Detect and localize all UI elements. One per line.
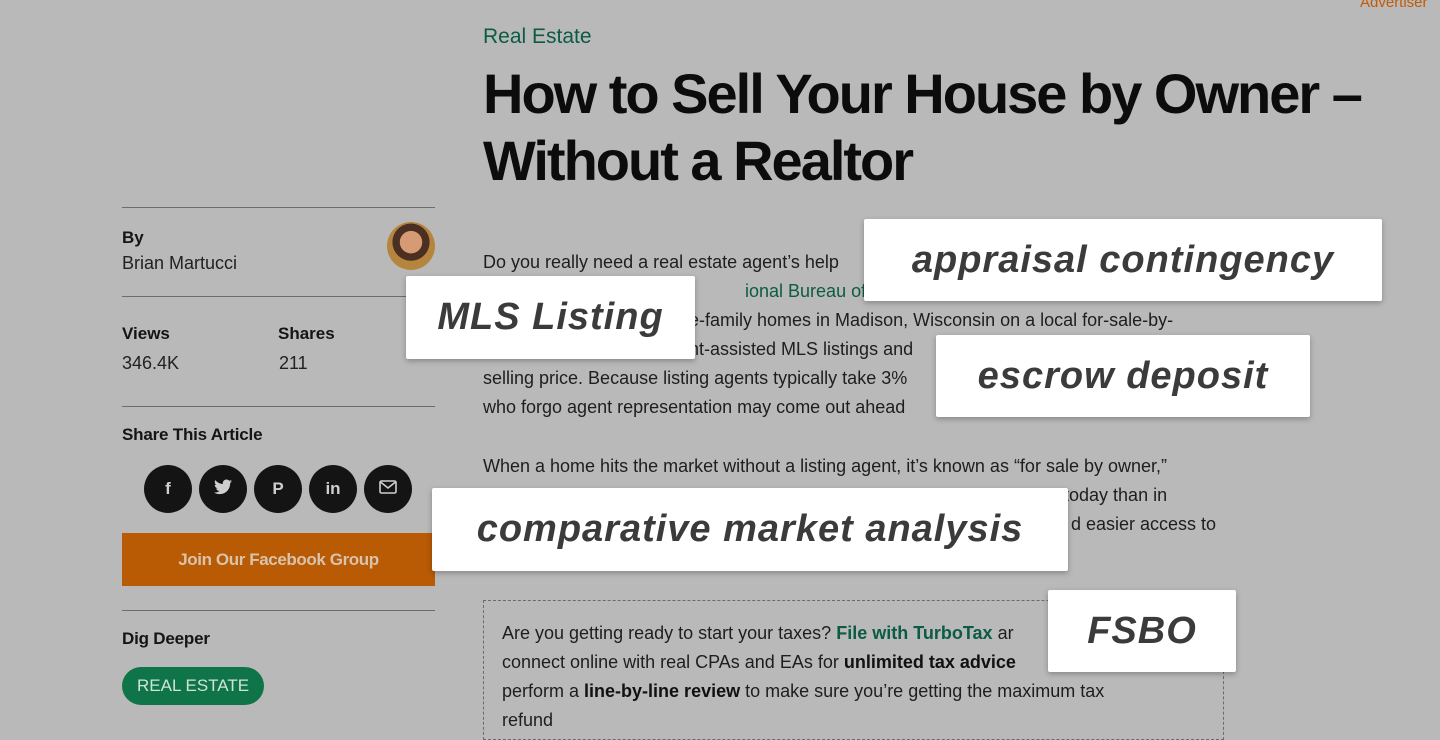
linkedin-icon: in xyxy=(325,479,341,498)
article-sidebar: By Brian Martucci Views 346.4K Shares 21… xyxy=(122,207,435,705)
facebook-icon: f xyxy=(165,479,171,498)
advertiser-disclosure-link[interactable]: Advertiser xyxy=(1360,0,1428,11)
promo-line: perform a line-by-line review to make su… xyxy=(502,677,1223,706)
pinterest-icon: P xyxy=(272,479,284,498)
author-name-link[interactable]: Brian Martucci xyxy=(122,253,237,274)
promo-text: perform a xyxy=(502,681,580,701)
social-share-buttons: f P in xyxy=(144,465,435,513)
promo-text: to make sure you’re getting the maximum … xyxy=(745,681,1105,701)
shares-value: 211 xyxy=(279,353,308,373)
dig-deeper-heading: Dig Deeper xyxy=(122,629,210,648)
divider xyxy=(122,406,435,407)
twitter-icon xyxy=(214,479,232,500)
term-card-appraisal-contingency: appraisal contingency xyxy=(864,219,1382,301)
byline: By Brian Martucci xyxy=(122,208,435,296)
views-label: Views xyxy=(122,324,170,343)
article-stats: Views 346.4K Shares 211 xyxy=(122,297,435,406)
share-article-heading: Share This Article xyxy=(122,425,263,444)
shares-label: Shares xyxy=(278,324,335,343)
term-card-fsbo: FSBO xyxy=(1048,590,1236,672)
email-icon xyxy=(379,479,397,499)
pinterest-share-button[interactable]: P xyxy=(254,465,302,513)
views-value: 346.4K xyxy=(122,353,180,373)
author-avatar[interactable] xyxy=(387,222,435,270)
email-share-button[interactable] xyxy=(364,465,412,513)
term-card-mls-listing: MLS Listing xyxy=(406,276,695,359)
term-card-comparative-market-analysis: comparative market analysis xyxy=(432,488,1068,571)
article-category-link[interactable]: Real Estate xyxy=(483,25,592,49)
real-estate-tag[interactable]: REAL ESTATE xyxy=(122,667,265,705)
promo-text: connect online with real CPAs and EAs fo… xyxy=(502,652,839,672)
article-title: How to Sell Your House by Owner – Withou… xyxy=(483,62,1363,192)
by-label: By xyxy=(122,228,144,247)
paragraph-line: When a home hits the market without a li… xyxy=(483,456,1167,476)
join-facebook-group-button[interactable]: Join Our Facebook Group xyxy=(122,533,435,586)
promo-bold-text: line-by-line review xyxy=(584,681,741,701)
term-card-escrow-deposit: escrow deposit xyxy=(936,335,1310,417)
promo-text: ar xyxy=(997,623,1014,643)
linkedin-share-button[interactable]: in xyxy=(309,465,357,513)
promo-line: refund xyxy=(502,710,554,730)
promo-bold-text: unlimited tax advice xyxy=(843,652,1016,672)
divider xyxy=(122,610,435,611)
twitter-share-button[interactable] xyxy=(199,465,247,513)
facebook-share-button[interactable]: f xyxy=(144,465,192,513)
turbotax-link[interactable]: File with TurboTax xyxy=(836,623,992,643)
promo-text: Are you getting ready to start your taxe… xyxy=(502,623,832,643)
